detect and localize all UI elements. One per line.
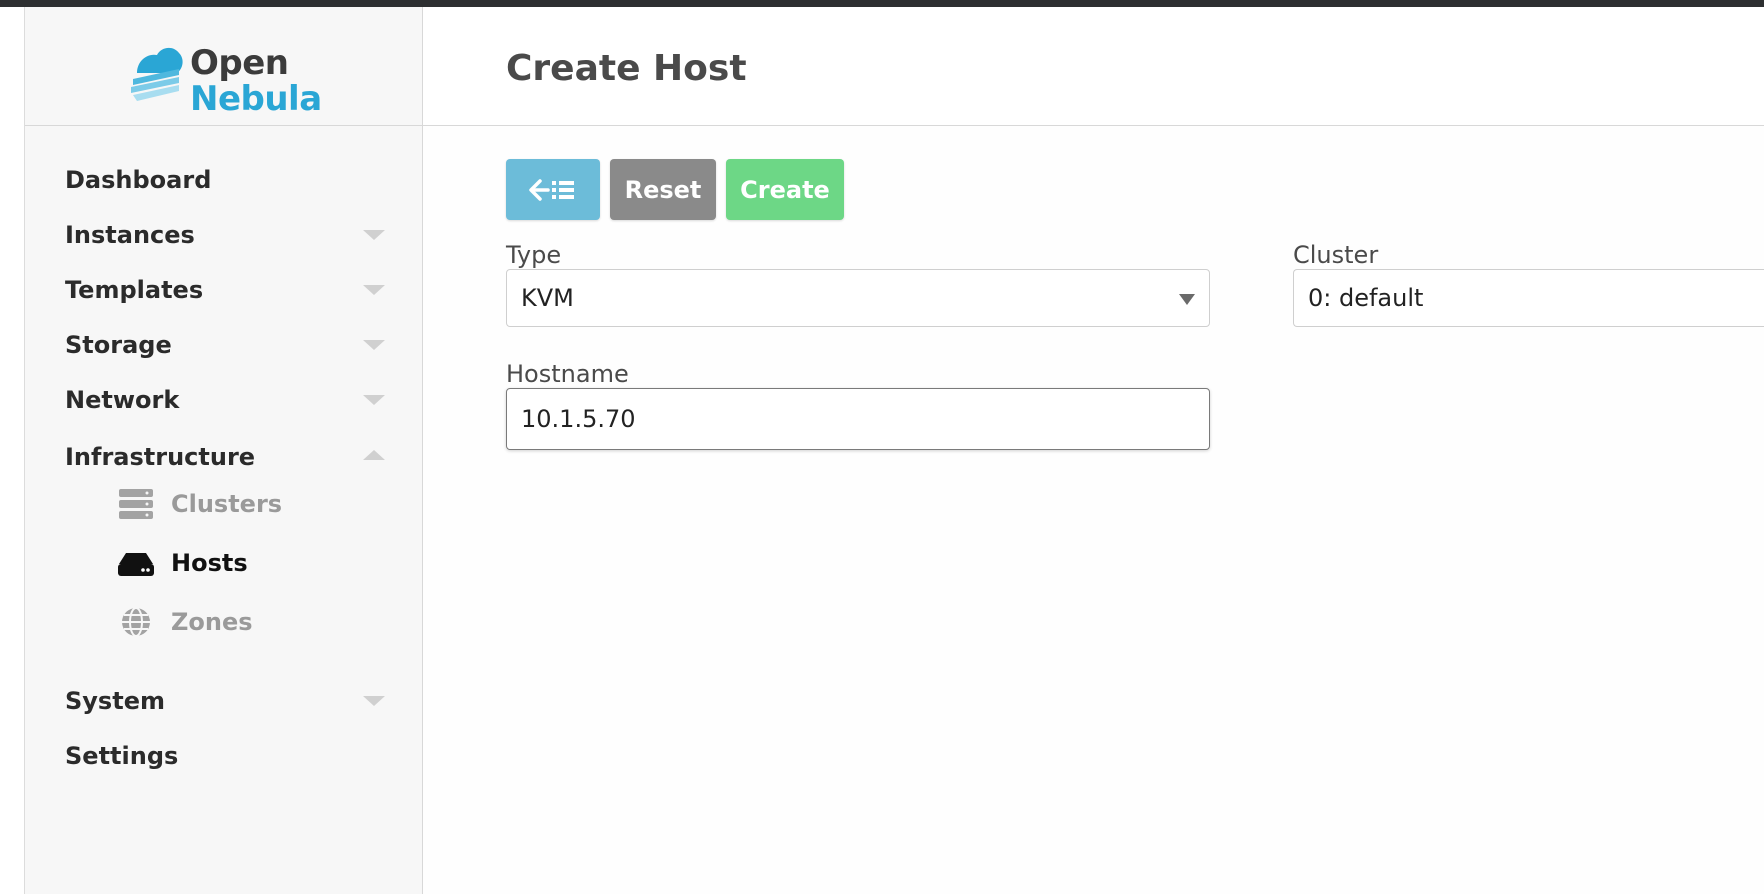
sidebar-item-label: Network: [65, 386, 180, 414]
cluster-select-value: 0: default: [1308, 284, 1424, 312]
sidebar-item-label: Zones: [171, 608, 253, 636]
logo-text-open: Open: [190, 43, 289, 83]
sidebar-item-instances[interactable]: Instances: [65, 215, 385, 255]
sidebar-item-label: Templates: [65, 276, 204, 304]
chevron-down-icon: [363, 340, 385, 350]
sidebar-item-templates[interactable]: Templates: [65, 270, 385, 310]
chevron-down-icon: [363, 230, 385, 240]
sidebar-item-label: Settings: [65, 742, 179, 770]
sidebar-item-storage[interactable]: Storage: [65, 325, 385, 365]
sidebar-item-label: System: [65, 687, 165, 715]
sidebar-item-network[interactable]: Network: [65, 380, 385, 420]
globe-icon: [122, 607, 150, 637]
sidebar-item-label: Clusters: [171, 490, 283, 518]
sidebar-item-label: Storage: [65, 331, 172, 359]
logo-area: Open Nebula: [25, 7, 422, 126]
window-top-bar: [0, 0, 1764, 7]
sidebar-item-infrastructure[interactable]: Infrastructure: [65, 437, 385, 477]
sidebar-item-dashboard[interactable]: Dashboard: [65, 160, 385, 200]
create-button[interactable]: Create: [726, 159, 844, 220]
sidebar-item-system[interactable]: System: [65, 681, 385, 721]
left-edge-panel: [0, 7, 25, 894]
chevron-down-icon: [363, 285, 385, 295]
cluster-label: Cluster: [1293, 241, 1379, 269]
chevron-down-icon: [363, 395, 385, 405]
sidebar-item-hosts[interactable]: Hosts: [117, 541, 397, 585]
cluster-select[interactable]: 0: default: [1293, 269, 1764, 327]
back-to-list-icon: [529, 178, 574, 201]
page-title: Create Host: [506, 48, 747, 89]
logo-text-nebula: Nebula: [190, 79, 322, 119]
page-header: Create Host: [423, 7, 1764, 126]
type-select[interactable]: KVM: [506, 269, 1210, 327]
sidebar-item-label: Dashboard: [65, 166, 212, 194]
hostname-input[interactable]: [506, 388, 1210, 450]
back-to-list-button[interactable]: [506, 159, 600, 220]
sidebar: Open Nebula Dashboard Instances Template…: [25, 7, 423, 894]
sidebar-item-label: Infrastructure: [65, 443, 256, 471]
server-stack-icon: [119, 489, 153, 519]
sidebar-item-settings[interactable]: Settings: [65, 736, 385, 776]
type-select-value: KVM: [521, 284, 574, 312]
main-content: Create Host Reset Create Type KVM Cluste…: [423, 7, 1764, 894]
opennebula-cloud-logo-icon: [131, 47, 183, 101]
hostname-label: Hostname: [506, 360, 629, 388]
chevron-up-icon: [363, 450, 385, 460]
reset-button[interactable]: Reset: [610, 159, 716, 220]
hard-drive-icon: [118, 553, 154, 576]
chevron-down-icon: [363, 696, 385, 706]
type-label: Type: [506, 241, 562, 269]
sidebar-item-label: Hosts: [171, 549, 248, 577]
sidebar-item-label: Instances: [65, 221, 195, 249]
sidebar-item-zones[interactable]: Zones: [117, 600, 397, 644]
dropdown-arrow-icon: [1179, 294, 1195, 305]
sidebar-item-clusters[interactable]: Clusters: [117, 482, 397, 526]
